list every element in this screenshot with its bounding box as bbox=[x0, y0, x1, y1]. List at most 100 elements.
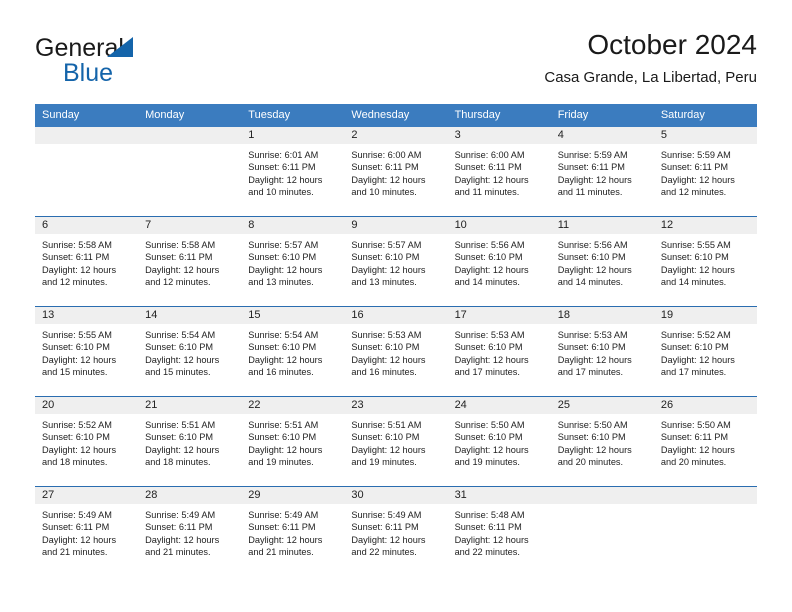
calendar-day-cell[interactable]: 21 Sunrise: 5:51 AM Sunset: 6:10 PM Dayligh… bbox=[138, 396, 242, 487]
day-detail-line: Sunset: 6:11 PM bbox=[42, 522, 110, 533]
day-number: 26 bbox=[653, 397, 757, 414]
day-detail-line: Daylight: 12 hours bbox=[454, 354, 529, 365]
calendar-day-cell[interactable]: 6 Sunrise: 5:58 AM Sunset: 6:11 PM Daylight… bbox=[35, 216, 139, 307]
day-detail-line: and 17 minutes. bbox=[660, 367, 727, 378]
day-cell-content: 19 Sunrise: 5:52 AM Sunset: 6:10 PM Dayligh… bbox=[653, 307, 757, 396]
calendar-day-cell[interactable]: 13 Sunrise: 5:55 AM Sunset: 6:10 PM Dayligh… bbox=[35, 306, 139, 397]
day-number: 6 bbox=[35, 217, 139, 234]
day-number: 22 bbox=[241, 397, 345, 414]
day-detail-line: Daylight: 12 hours bbox=[145, 264, 220, 275]
calendar-day-cell[interactable] bbox=[653, 486, 757, 576]
day-detail-line: and 22 minutes. bbox=[351, 547, 417, 558]
calendar-day-cell[interactable]: 17 Sunrise: 5:53 AM Sunset: 6:10 PM Dayligh… bbox=[447, 306, 551, 397]
day-number: 13 bbox=[35, 307, 139, 324]
day-cell-details: Sunrise: 5:50 AM Sunset: 6:11 PM Daylight:… bbox=[654, 414, 757, 469]
calendar-week-row: 13 Sunrise: 5:55 AM Sunset: 6:10 PM Dayligh… bbox=[35, 306, 757, 397]
day-number: 30 bbox=[344, 487, 448, 504]
day-detail-line: Sunset: 6:11 PM bbox=[351, 162, 419, 173]
day-detail-line: and 20 minutes. bbox=[557, 457, 624, 468]
calendar-day-cell[interactable]: 28 Sunrise: 5:49 AM Sunset: 6:11 PM Dayligh… bbox=[138, 486, 242, 576]
day-detail-line: Sunset: 6:11 PM bbox=[145, 252, 213, 263]
calendar-day-cell[interactable]: 30 Sunrise: 5:49 AM Sunset: 6:11 PM Dayligh… bbox=[344, 486, 448, 576]
calendar-day-cell[interactable]: 9 Sunrise: 5:57 AM Sunset: 6:10 PM Daylight… bbox=[344, 216, 448, 307]
calendar-day-cell[interactable] bbox=[550, 486, 654, 576]
calendar-day-cell[interactable]: 2 Sunrise: 6:00 AM Sunset: 6:11 PM Daylight… bbox=[344, 127, 448, 217]
calendar-day-cell[interactable]: 10 Sunrise: 5:56 AM Sunset: 6:10 PM Dayligh… bbox=[447, 216, 551, 307]
calendar-day-cell[interactable]: 3 Sunrise: 6:00 AM Sunset: 6:11 PM Daylight… bbox=[447, 127, 551, 217]
day-cell-content bbox=[35, 127, 139, 216]
calendar-day-cell[interactable]: 25 Sunrise: 5:50 AM Sunset: 6:10 PM Dayligh… bbox=[550, 396, 654, 487]
calendar-day-cell[interactable]: 5 Sunrise: 5:59 AM Sunset: 6:11 PM Daylight… bbox=[653, 127, 757, 217]
calendar-day-cell[interactable]: 18 Sunrise: 5:53 AM Sunset: 6:10 PM Dayligh… bbox=[550, 306, 654, 397]
day-cell-details: Sunrise: 5:58 AM Sunset: 6:11 PM Daylight:… bbox=[138, 234, 241, 289]
calendar-day-cell[interactable]: 1 Sunrise: 6:01 AM Sunset: 6:11 PM Daylight… bbox=[241, 127, 345, 217]
calendar-day-cell[interactable]: 12 Sunrise: 5:55 AM Sunset: 6:10 PM Dayligh… bbox=[653, 216, 757, 307]
day-number: 3 bbox=[447, 127, 551, 144]
day-cell-content: 14 Sunrise: 5:54 AM Sunset: 6:10 PM Dayligh… bbox=[138, 307, 242, 396]
day-detail-line: and 10 minutes. bbox=[248, 187, 314, 198]
calendar-day-cell[interactable]: 14 Sunrise: 5:54 AM Sunset: 6:10 PM Dayligh… bbox=[138, 306, 242, 397]
day-cell-content: 5 Sunrise: 5:59 AM Sunset: 6:11 PM Daylight… bbox=[653, 127, 757, 216]
calendar-day-cell[interactable]: 19 Sunrise: 5:52 AM Sunset: 6:10 PM Dayligh… bbox=[653, 306, 757, 397]
calendar-day-cell[interactable]: 22 Sunrise: 5:51 AM Sunset: 6:10 PM Dayligh… bbox=[241, 396, 345, 487]
calendar-table: Sunday Monday Tuesday Wednesday Thursday… bbox=[35, 104, 757, 576]
day-number: 2 bbox=[344, 127, 448, 144]
day-number: 16 bbox=[344, 307, 448, 324]
day-cell-content: 27 Sunrise: 5:49 AM Sunset: 6:11 PM Dayligh… bbox=[35, 487, 139, 576]
day-detail-line: Daylight: 12 hours bbox=[557, 264, 632, 275]
calendar-week-row: 27 Sunrise: 5:49 AM Sunset: 6:11 PM Dayligh… bbox=[35, 486, 757, 576]
general-blue-logo[interactable]: General Blue bbox=[35, 34, 265, 87]
day-detail-line: Sunset: 6:10 PM bbox=[454, 432, 523, 443]
triangle-icon bbox=[107, 37, 133, 57]
day-cell-content: 22 Sunrise: 5:51 AM Sunset: 6:10 PM Dayligh… bbox=[241, 397, 345, 486]
day-cell-details: Sunrise: 5:55 AM Sunset: 6:10 PM Daylight:… bbox=[654, 234, 757, 289]
day-cell-details: Sunrise: 5:51 AM Sunset: 6:10 PM Daylight:… bbox=[241, 414, 344, 469]
calendar-day-cell[interactable]: 23 Sunrise: 5:51 AM Sunset: 6:10 PM Dayligh… bbox=[344, 396, 448, 487]
day-cell-content: 16 Sunrise: 5:53 AM Sunset: 6:10 PM Dayligh… bbox=[344, 307, 448, 396]
day-detail-line: Sunset: 6:11 PM bbox=[351, 522, 419, 533]
day-detail-line: Sunrise: 5:55 AM bbox=[660, 240, 731, 250]
calendar-day-cell[interactable]: 15 Sunrise: 5:54 AM Sunset: 6:10 PM Dayligh… bbox=[241, 306, 345, 397]
calendar-day-cell[interactable]: 4 Sunrise: 5:59 AM Sunset: 6:11 PM Daylight… bbox=[550, 127, 654, 217]
day-detail-line: Sunrise: 5:57 AM bbox=[248, 240, 319, 250]
day-detail-line: Daylight: 12 hours bbox=[660, 264, 735, 275]
title-block: October 2024 Casa Grande, La Libertad, P… bbox=[544, 28, 757, 87]
day-detail-line: and 16 minutes. bbox=[351, 367, 417, 378]
day-number: 24 bbox=[447, 397, 551, 414]
day-detail-line: and 15 minutes. bbox=[145, 367, 211, 378]
day-detail-line: Sunset: 6:10 PM bbox=[248, 342, 317, 353]
day-detail-line: Sunrise: 5:58 AM bbox=[145, 240, 216, 250]
calendar-day-cell[interactable]: 20 Sunrise: 5:52 AM Sunset: 6:10 PM Dayligh… bbox=[35, 396, 139, 487]
day-cell-details: Sunrise: 6:00 AM Sunset: 6:11 PM Daylight:… bbox=[344, 144, 447, 199]
calendar-day-cell[interactable] bbox=[35, 127, 139, 217]
day-detail-line: Sunset: 6:10 PM bbox=[351, 342, 420, 353]
day-detail-line: Sunrise: 5:52 AM bbox=[42, 420, 112, 430]
day-detail-line: Daylight: 12 hours bbox=[42, 534, 117, 545]
day-cell-content: 30 Sunrise: 5:49 AM Sunset: 6:11 PM Dayligh… bbox=[344, 487, 448, 576]
calendar-weekday-header: Sunday Monday Tuesday Wednesday Thursday… bbox=[35, 104, 757, 127]
day-cell-details: Sunrise: 5:57 AM Sunset: 6:10 PM Daylight:… bbox=[344, 234, 447, 289]
calendar-day-cell[interactable]: 26 Sunrise: 5:50 AM Sunset: 6:11 PM Dayligh… bbox=[653, 396, 757, 487]
calendar-day-cell[interactable]: 8 Sunrise: 5:57 AM Sunset: 6:10 PM Daylight… bbox=[241, 216, 345, 307]
calendar-day-cell[interactable]: 11 Sunrise: 5:56 AM Sunset: 6:10 PM Dayligh… bbox=[550, 216, 654, 307]
calendar-day-cell[interactable]: 7 Sunrise: 5:58 AM Sunset: 6:11 PM Daylight… bbox=[138, 216, 242, 307]
calendar-day-cell[interactable]: 29 Sunrise: 5:49 AM Sunset: 6:11 PM Dayligh… bbox=[241, 486, 345, 576]
day-detail-line: Sunset: 6:10 PM bbox=[557, 342, 626, 353]
calendar-day-cell[interactable]: 24 Sunrise: 5:50 AM Sunset: 6:10 PM Dayligh… bbox=[447, 396, 551, 487]
day-cell-details bbox=[138, 144, 241, 149]
day-detail-line: and 19 minutes. bbox=[248, 457, 314, 468]
day-cell-content: 2 Sunrise: 6:00 AM Sunset: 6:11 PM Daylight… bbox=[344, 127, 448, 216]
calendar-day-cell[interactable]: 27 Sunrise: 5:49 AM Sunset: 6:11 PM Dayligh… bbox=[35, 486, 139, 576]
calendar-day-cell[interactable]: 16 Sunrise: 5:53 AM Sunset: 6:10 PM Dayligh… bbox=[344, 306, 448, 397]
day-detail-line: Sunrise: 6:01 AM bbox=[248, 150, 319, 160]
weekday-header-friday: Friday bbox=[550, 104, 654, 127]
day-cell-content: 21 Sunrise: 5:51 AM Sunset: 6:10 PM Dayligh… bbox=[138, 397, 242, 486]
day-number: 25 bbox=[550, 397, 654, 414]
day-detail-line: and 18 minutes. bbox=[145, 457, 211, 468]
day-cell-details bbox=[654, 504, 757, 509]
calendar-day-cell[interactable] bbox=[138, 127, 242, 217]
day-cell-content: 28 Sunrise: 5:49 AM Sunset: 6:11 PM Dayligh… bbox=[138, 487, 242, 576]
day-detail-line: Sunrise: 5:58 AM bbox=[42, 240, 112, 250]
day-cell-details: Sunrise: 5:56 AM Sunset: 6:10 PM Daylight:… bbox=[448, 234, 551, 289]
calendar-day-cell[interactable]: 31 Sunrise: 5:48 AM Sunset: 6:11 PM Dayligh… bbox=[447, 486, 551, 576]
